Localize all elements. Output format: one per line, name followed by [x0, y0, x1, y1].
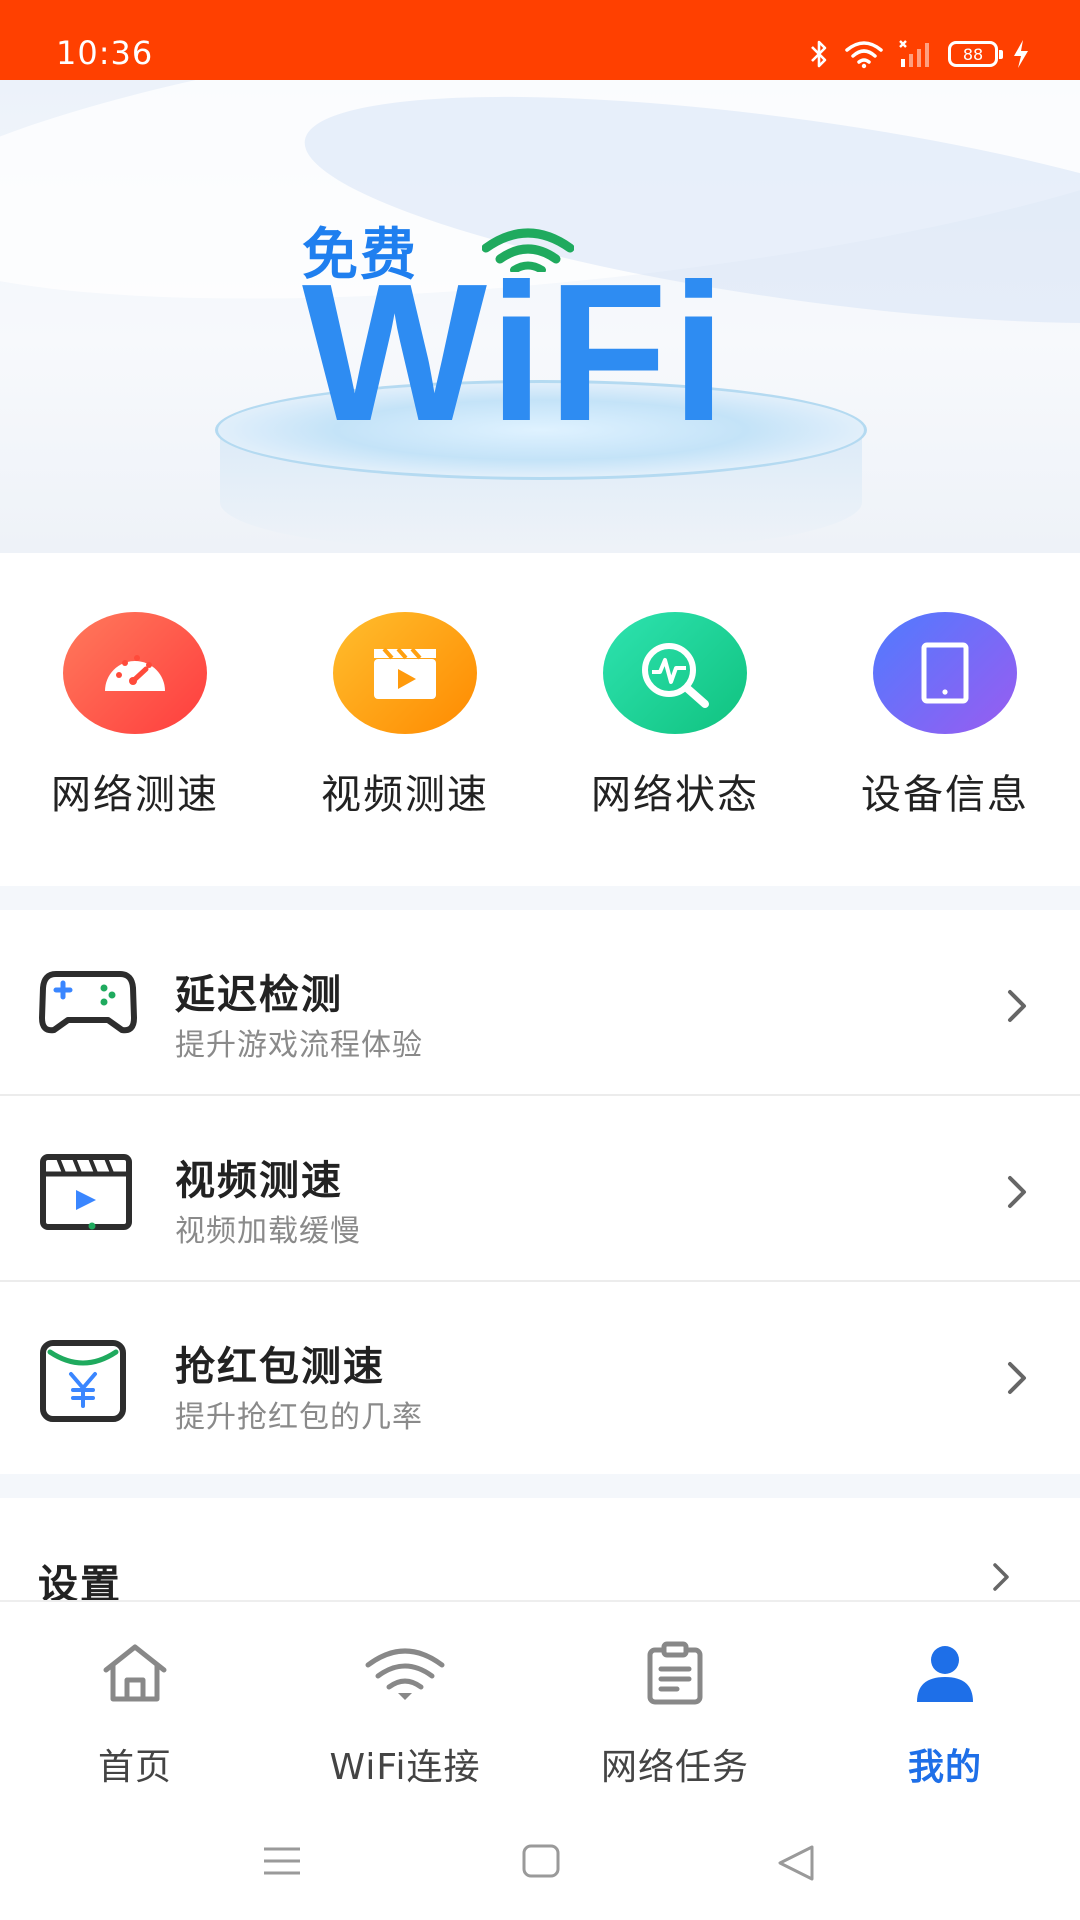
battery-icon: 88	[948, 41, 1003, 67]
tool-device-info[interactable]: 设备信息	[830, 612, 1060, 820]
list-row-title: 抢红包测速	[175, 1344, 385, 1390]
list-row-subtitle: 视频加载缓慢	[175, 1214, 361, 1249]
tool-label: 设备信息	[861, 772, 1029, 818]
tool-label: 网络测速	[51, 772, 219, 818]
home-square-icon[interactable]	[522, 1844, 560, 1878]
list-row-video-speed[interactable]: 视频测速 视频加载缓慢	[0, 1096, 1080, 1282]
bottom-nav: 首页 WiFi连接 网络任务 我的	[0, 1600, 1080, 1800]
tool-label: 视频测速	[321, 772, 489, 818]
settings-row[interactable]: 设置	[0, 1498, 1080, 1600]
quick-tools: 网络测速 视频测速 网络状态 设备信息	[0, 580, 1080, 880]
video-play-icon	[40, 1154, 132, 1230]
nav-network-tasks[interactable]: 网络任务	[540, 1638, 810, 1790]
tablet-icon	[873, 612, 1017, 734]
nav-home[interactable]: 首页	[0, 1638, 270, 1790]
banner-logo-wifi: WiFi	[302, 243, 730, 462]
home-icon	[103, 1644, 167, 1702]
wifi-icon	[365, 1648, 445, 1700]
tool-video-speed[interactable]: 视频测速	[290, 612, 520, 820]
nav-label: 首页	[97, 1747, 172, 1788]
chevron-right-icon	[993, 1563, 1009, 1591]
section-divider	[0, 1474, 1080, 1498]
nav-mine[interactable]: 我的	[810, 1638, 1080, 1790]
user-icon	[917, 1646, 973, 1702]
back-icon[interactable]	[776, 1844, 816, 1882]
list-row-title: 延迟检测	[175, 972, 343, 1018]
wifi-green-icon	[482, 228, 574, 272]
list-row-red-packet[interactable]: 抢红包测速 提升抢红包的几率	[0, 1282, 1080, 1468]
gamepad-icon	[39, 971, 137, 1034]
red-packet-yuan-icon	[40, 1340, 126, 1422]
nav-label: 网络任务	[600, 1747, 749, 1788]
nav-label: 我的	[907, 1747, 982, 1788]
status-icons: 88	[808, 34, 1030, 74]
list-row-title: 视频测速	[175, 1158, 343, 1204]
clipboard-icon	[647, 1641, 703, 1705]
chevron-right-icon	[1008, 990, 1026, 1022]
menu-icon[interactable]	[262, 1844, 302, 1878]
status-bar: 10:36 88	[0, 0, 1080, 80]
nav-wifi-connect[interactable]: WiFi连接	[270, 1638, 540, 1790]
system-nav-bar	[0, 1800, 1080, 1920]
charging-icon	[1014, 40, 1028, 68]
battery-level: 88	[962, 44, 984, 64]
banner[interactable]: 免费 WiFi	[0, 80, 1080, 553]
section-divider	[0, 886, 1080, 910]
tool-network-speed[interactable]: 网络测速	[20, 612, 250, 820]
chevron-right-icon	[1008, 1176, 1026, 1208]
network-search-icon	[603, 612, 747, 734]
nav-label: WiFi连接	[329, 1747, 481, 1788]
speedometer-icon	[63, 612, 207, 734]
settings-label: 设置	[38, 1562, 122, 1600]
wifi-signal-icon	[845, 41, 883, 69]
tool-network-status[interactable]: 网络状态	[560, 612, 790, 820]
video-clapper-icon	[333, 612, 477, 734]
list-row-subtitle: 提升游戏流程体验	[175, 1028, 423, 1063]
cell-signal-icon	[899, 40, 929, 67]
chevron-right-icon	[1008, 1362, 1026, 1394]
list-row-subtitle: 提升抢红包的几率	[175, 1400, 423, 1435]
tool-label: 网络状态	[591, 772, 759, 818]
bluetooth-icon	[811, 40, 827, 68]
list-row-latency[interactable]: 延迟检测 提升游戏流程体验	[0, 910, 1080, 1096]
status-time: 10:36	[56, 34, 154, 72]
